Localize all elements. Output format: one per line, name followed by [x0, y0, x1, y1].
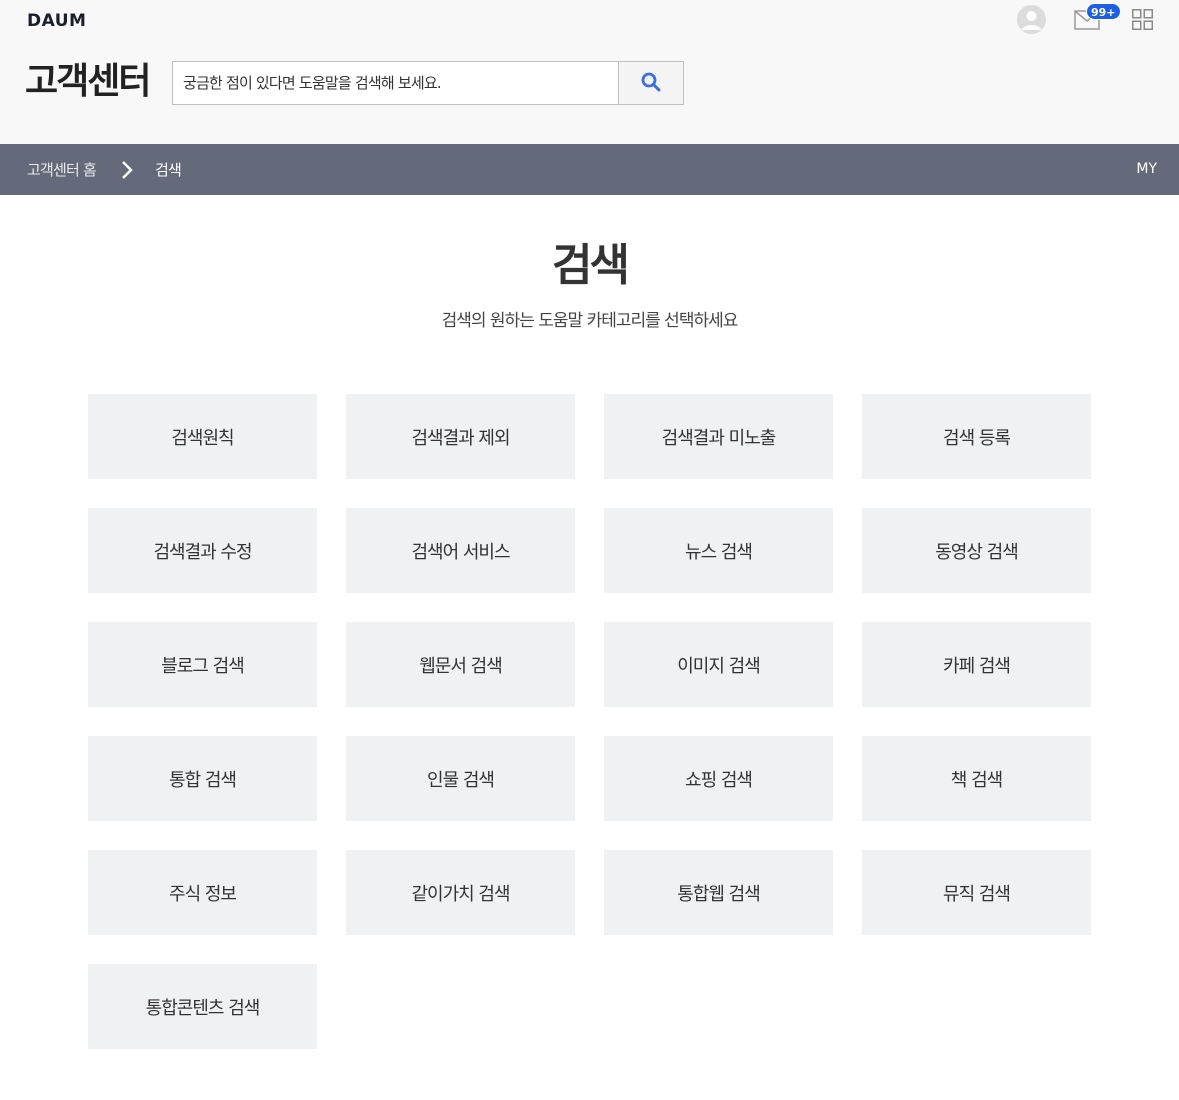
- category-card[interactable]: 통합콘텐츠 검색: [88, 964, 317, 1049]
- category-grid: 검색원칙 검색결과 제외 검색결과 미노출 검색 등록 검색결과 수정 검색어 …: [88, 394, 1092, 1049]
- category-card[interactable]: 검색어 서비스: [346, 508, 575, 593]
- category-card[interactable]: 검색결과 미노출: [604, 394, 833, 479]
- category-card[interactable]: 카페 검색: [862, 622, 1091, 707]
- category-card[interactable]: 통합 검색: [88, 736, 317, 821]
- search-button[interactable]: [618, 62, 683, 104]
- category-card[interactable]: 검색결과 수정: [88, 508, 317, 593]
- my-link[interactable]: MY: [1136, 161, 1157, 177]
- apps-grid-icon[interactable]: [1132, 9, 1153, 30]
- category-card[interactable]: 인물 검색: [346, 736, 575, 821]
- profile-icon[interactable]: [1017, 5, 1046, 34]
- page-description: 검색의 원하는 도움말 카테고리를 선택하세요: [441, 311, 739, 331]
- category-card[interactable]: 통합웹 검색: [604, 850, 833, 935]
- page-title: 검색: [552, 240, 630, 291]
- category-card[interactable]: 검색결과 제외: [346, 394, 575, 479]
- search-box: [172, 61, 684, 105]
- category-card[interactable]: 같이가치 검색: [346, 850, 575, 935]
- category-card[interactable]: 뮤직 검색: [862, 850, 1091, 935]
- search-input[interactable]: [173, 62, 618, 104]
- category-card[interactable]: 주식 정보: [88, 850, 317, 935]
- category-card[interactable]: 검색 등록: [862, 394, 1091, 479]
- chevron-right-icon: [120, 160, 134, 180]
- breadcrumb-current: 검색: [155, 161, 182, 179]
- service-title[interactable]: 고객센터: [25, 60, 151, 104]
- category-card[interactable]: 블로그 검색: [88, 622, 317, 707]
- header: DAUM 99+ 고객센터: [0, 0, 1179, 144]
- category-card[interactable]: 검색원칙: [88, 394, 317, 479]
- mail-count-badge: 99+: [1086, 3, 1121, 20]
- category-card[interactable]: 이미지 검색: [604, 622, 833, 707]
- category-card[interactable]: 동영상 검색: [862, 508, 1091, 593]
- daum-logo[interactable]: DAUM: [27, 11, 86, 31]
- category-card[interactable]: 웹문서 검색: [346, 622, 575, 707]
- category-card[interactable]: 뉴스 검색: [604, 508, 833, 593]
- category-card[interactable]: 쇼핑 검색: [604, 736, 833, 821]
- search-icon: [641, 72, 661, 95]
- breadcrumb: 고객센터 홈 검색 MY: [0, 144, 1179, 195]
- breadcrumb-home-link[interactable]: 고객센터 홈: [27, 159, 97, 180]
- category-card[interactable]: 책 검색: [862, 736, 1091, 821]
